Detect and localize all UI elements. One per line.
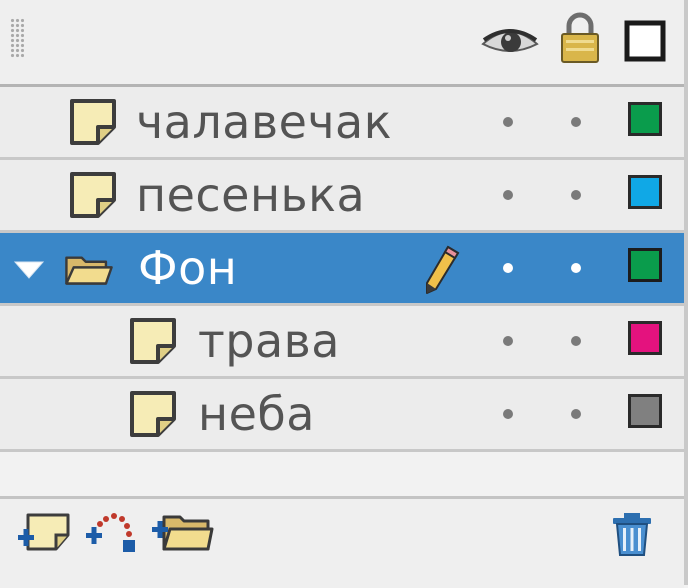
layer-color-swatch[interactable] [628, 102, 662, 136]
layer-name: песенька [136, 168, 366, 222]
timeline-layers-panel: чалавечак песенька Фон трава неба [0, 0, 688, 588]
pencil-icon [426, 245, 460, 294]
new-folder-icon[interactable] [150, 511, 214, 553]
visibility-dot[interactable] [503, 190, 513, 200]
layer-color-swatch[interactable] [628, 321, 662, 355]
lock-dot[interactable] [571, 263, 581, 273]
layer-icon [70, 172, 116, 218]
folder-icon [65, 256, 113, 285]
drag-grip-icon[interactable] [10, 18, 24, 58]
lock-icon[interactable] [558, 12, 602, 64]
layer-name: трава [198, 314, 340, 368]
trash-icon[interactable] [610, 511, 654, 557]
layers-footer-toolbar [0, 496, 684, 588]
layer-row[interactable]: чалавечак [0, 87, 684, 160]
layer-row[interactable]: неба [0, 379, 684, 452]
layer-color-swatch[interactable] [628, 248, 662, 282]
visibility-dot[interactable] [503, 263, 513, 273]
layer-name: неба [198, 387, 315, 441]
eye-icon[interactable] [480, 24, 540, 60]
outline-square-icon[interactable] [624, 20, 666, 62]
lock-dot[interactable] [571, 409, 581, 419]
folder-name: Фон [138, 241, 238, 295]
visibility-dot[interactable] [503, 409, 513, 419]
layer-icon [130, 318, 176, 364]
layer-icon [70, 99, 116, 145]
layer-color-swatch[interactable] [628, 394, 662, 428]
layer-row[interactable]: песенька [0, 160, 684, 233]
expand-triangle-icon[interactable] [12, 259, 46, 281]
motion-guide-icon[interactable] [84, 509, 144, 555]
lock-dot[interactable] [571, 336, 581, 346]
layer-color-swatch[interactable] [628, 175, 662, 209]
layer-icon [130, 391, 176, 437]
layers-header [0, 0, 684, 87]
lock-dot[interactable] [571, 190, 581, 200]
layer-row[interactable]: трава [0, 306, 684, 379]
folder-row[interactable]: Фон [0, 233, 684, 306]
visibility-dot[interactable] [503, 117, 513, 127]
visibility-dot[interactable] [503, 336, 513, 346]
layer-name: чалавечак [136, 95, 393, 149]
new-layer-icon[interactable] [16, 511, 74, 553]
lock-dot[interactable] [571, 117, 581, 127]
